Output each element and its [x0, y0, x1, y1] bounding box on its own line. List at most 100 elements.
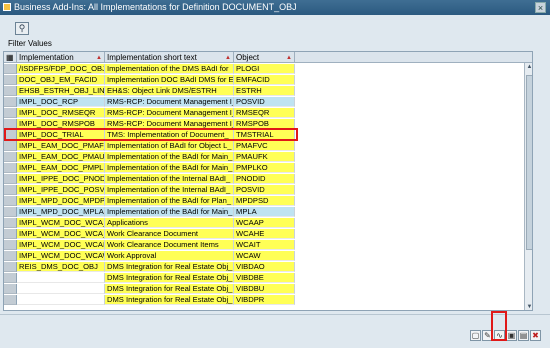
row-selector[interactable]	[4, 262, 17, 272]
row-selector[interactable]	[4, 251, 17, 261]
cell-short-text: Implementation of BAdI for Object L_	[105, 141, 234, 151]
cell-implementation: IMPL_DOC_RMSEQR	[17, 108, 105, 118]
highlight-box-impl-doc-trial	[4, 128, 298, 141]
table-row[interactable]: IMPL_DOC_RMSEQR RMS-RCP: Document Managem…	[4, 108, 532, 118]
cell-object: VIBDBE	[234, 273, 295, 283]
row-selector[interactable]	[4, 284, 17, 294]
cell-short-text: Work Clearance Document	[105, 229, 234, 239]
row-selector[interactable]	[4, 97, 17, 107]
cell-short-text: RMS-RCP: Document Management I_	[105, 108, 234, 118]
delete-icon[interactable]: ▣	[506, 330, 517, 341]
row-selector[interactable]	[4, 86, 17, 96]
cancel-icon[interactable]: ✖	[530, 330, 541, 341]
table-row[interactable]: IMPL_IPPE_DOC_POSVID Implementation of th…	[4, 185, 532, 195]
row-selector[interactable]	[4, 75, 17, 85]
cell-implementation: IMPL_MPD_DOC_MPDP_	[17, 196, 105, 206]
table-row[interactable]: DMS Integration for Real Estate Obj_ VIBD…	[4, 273, 532, 283]
table-row[interactable]: IMPL_WCM_DOC_WCAW Work Approval WCAW	[4, 251, 532, 261]
table-row[interactable]: IMPL_MPD_DOC_MPLA Implementation of the B…	[4, 207, 532, 217]
row-selector[interactable]	[4, 174, 17, 184]
cell-implementation: IMPL_EAM_DOC_PMAU_	[17, 152, 105, 162]
separator	[0, 314, 550, 315]
close-button[interactable]: ×	[535, 2, 546, 13]
row-selector[interactable]	[4, 185, 17, 195]
row-selector[interactable]	[4, 295, 17, 305]
cell-short-text: DMS Integration for Real Estate Obj_	[105, 295, 234, 305]
cell-short-text: RMS-RCP: Document Management I_	[105, 97, 234, 107]
row-selector[interactable]	[4, 229, 17, 239]
cell-object: PNODID	[234, 174, 295, 184]
implementations-table: ▦ Implementation ▲ Implementation short t…	[3, 51, 533, 311]
cell-object: WCAAP	[234, 218, 295, 228]
cell-object: RMSEQR	[234, 108, 295, 118]
cell-object: MPLA	[234, 207, 295, 217]
column-short-text-label: Implementation short text	[107, 53, 197, 62]
table-row[interactable]: DMS Integration for Real Estate Obj_ VIBD…	[4, 295, 532, 305]
row-selector[interactable]	[4, 207, 17, 217]
table-row[interactable]: IMPL_WCM_DOC_WCA_ Work Clearance Document…	[4, 229, 532, 239]
row-selector[interactable]	[4, 218, 17, 228]
cell-object: MPDPSD	[234, 196, 295, 206]
table-row[interactable]: IMPL_WCM_DOC_WCAIT Work Clearance Documen…	[4, 240, 532, 250]
row-selector[interactable]	[4, 141, 17, 151]
cell-object: WCAIT	[234, 240, 295, 250]
table-row[interactable]: IMPL_EAM_DOC_PMPLK_ Implementation of the…	[4, 163, 532, 173]
vertical-scrollbar[interactable]: ▲ ▼	[524, 63, 532, 310]
table-row[interactable]: IMPL_EAM_DOC_PMAU_ Implementation of the …	[4, 152, 532, 162]
row-selector[interactable]	[4, 108, 17, 118]
cell-short-text: Work Approval	[105, 251, 234, 261]
table-row[interactable]: DOC_OBJ_EM_FACID Implementation DOC BAdI …	[4, 75, 532, 85]
table-row[interactable]: IMPL_WCM_DOC_WCA_ Applications WCAAP	[4, 218, 532, 228]
row-selector[interactable]	[4, 163, 17, 173]
column-implementation[interactable]: Implementation ▲	[17, 52, 105, 63]
cell-object: ESTRH	[234, 86, 295, 96]
scroll-up-icon[interactable]: ▲	[525, 63, 532, 72]
table-row[interactable]: EHSB_ESTRH_OBJ_LINK EH&S: Object Link DMS…	[4, 86, 532, 96]
cell-implementation: IMPL_WCM_DOC_WCAIT	[17, 240, 105, 250]
cell-short-text: DMS Integration for Real Estate Obj_	[105, 262, 234, 272]
row-selector[interactable]	[4, 64, 17, 74]
cell-object: WCAW	[234, 251, 295, 261]
table-row[interactable]: IMPL_EAM_DOC_PMAF_ Implementation of BAdI…	[4, 141, 532, 151]
scroll-down-icon[interactable]: ▼	[525, 303, 532, 310]
cell-short-text: DMS Integration for Real Estate Obj_	[105, 284, 234, 294]
window-title: Business Add-Ins: All Implementations fo…	[14, 2, 297, 12]
cell-implementation: /ISDFPS/FDP_DOC_OBJ	[17, 64, 105, 74]
filter-values-label: Filter Values	[8, 39, 52, 48]
row-selector[interactable]	[4, 273, 17, 283]
table-row[interactable]: REIS_DMS_DOC_OBJ DMS Integration for Real…	[4, 262, 532, 272]
table-row[interactable]: IMPL_DOC_RCP RMS-RCP: Document Management…	[4, 97, 532, 107]
row-selector[interactable]	[4, 152, 17, 162]
cell-implementation: REIS_DMS_DOC_OBJ	[17, 262, 105, 272]
row-selector[interactable]	[4, 240, 17, 250]
row-selector[interactable]	[4, 196, 17, 206]
filter-icon[interactable]: ⚲	[15, 22, 29, 35]
cell-object: VIBDBU	[234, 284, 295, 294]
cell-short-text: Implementation of the BAdI for Main_	[105, 152, 234, 162]
cell-short-text: Implementation of the DMS BAdI for	[105, 64, 234, 74]
select-all-icon[interactable]: ▦	[4, 52, 17, 63]
scroll-thumb[interactable]	[526, 75, 532, 250]
list-icon[interactable]: ▤	[518, 330, 529, 341]
sort-icon: ▲	[96, 55, 102, 61]
cell-implementation: IMPL_EAM_DOC_PMPLK_	[17, 163, 105, 173]
sort-icon: ▲	[286, 55, 292, 61]
cell-object: VIBDPR	[234, 295, 295, 305]
table-row[interactable]: IMPL_MPD_DOC_MPDP_ Implementation of the …	[4, 196, 532, 206]
cell-short-text: Implementation of the Internal BAdI_	[105, 174, 234, 184]
new-doc-icon[interactable]: ▢	[470, 330, 481, 341]
cell-short-text: Implementation of the BAdI for Main_	[105, 207, 234, 217]
table-header: ▦ Implementation ▲ Implementation short t…	[4, 52, 532, 63]
table-row[interactable]: /ISDFPS/FDP_DOC_OBJ Implementation of the…	[4, 64, 532, 74]
highlight-box-button	[491, 311, 507, 341]
column-implementation-label: Implementation	[19, 53, 74, 62]
cell-implementation: IMPL_EAM_DOC_PMAF_	[17, 141, 105, 151]
column-object[interactable]: Object ▲	[234, 52, 295, 63]
cell-implementation: IMPL_IPPE_DOC_PNOD_	[17, 174, 105, 184]
column-short-text[interactable]: Implementation short text ▲	[105, 52, 234, 63]
table-row[interactable]: IMPL_IPPE_DOC_PNOD_ Implementation of the…	[4, 174, 532, 184]
cell-object: WCAHE	[234, 229, 295, 239]
table-row[interactable]: DMS Integration for Real Estate Obj_ VIBD…	[4, 284, 532, 294]
window-icon	[3, 3, 11, 11]
cell-implementation: IMPL_MPD_DOC_MPLA	[17, 207, 105, 217]
